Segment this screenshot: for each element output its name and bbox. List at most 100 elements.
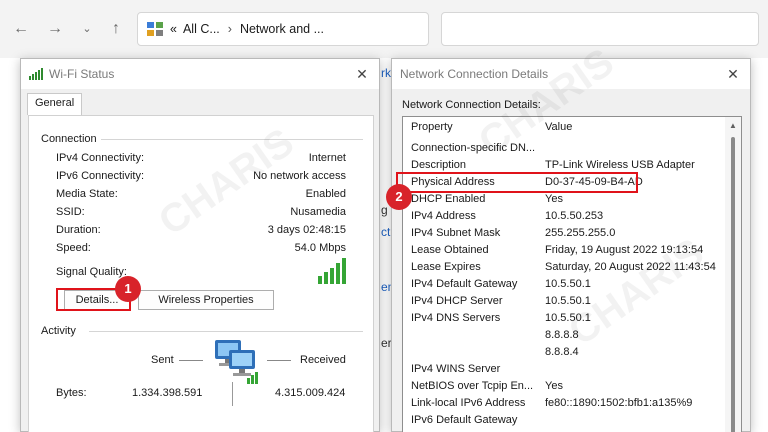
list-item[interactable]: IPv4 DNS Servers 10.5.50.1: [403, 312, 723, 329]
network-details-titlebar: Network Connection Details ✕: [392, 59, 750, 89]
list-item[interactable]: NetBIOS over Tcpip En... Yes: [403, 380, 723, 397]
property-cell: IPv4 Subnet Mask: [411, 227, 501, 239]
property-cell: Link-local IPv6 Address: [411, 397, 526, 409]
close-icon[interactable]: ✕: [724, 65, 742, 83]
callout-badge-2: 2: [386, 184, 412, 210]
row-label: IPv6 Connectivity:: [56, 170, 145, 182]
bytes-sent-value: 1.334.398.591: [132, 387, 203, 399]
column-header-value[interactable]: Value: [545, 121, 572, 133]
breadcrumb-network-and-internet[interactable]: Network and ...: [240, 22, 324, 36]
wireless-properties-button[interactable]: Wireless Properties: [138, 290, 274, 310]
address-bar[interactable]: « All C... › Network and ...: [137, 12, 429, 46]
property-cell: Connection-specific DN...: [411, 142, 536, 154]
property-cell: Lease Expires: [411, 261, 481, 273]
value-cell: 10.5.50.253: [545, 210, 604, 222]
row-value: 54.0 Mbps: [294, 242, 346, 254]
bg-link-fragment[interactable]: ct: [381, 225, 390, 239]
value-cell: 10.5.50.1: [545, 312, 591, 324]
list-item[interactable]: DHCP Enabled Yes: [403, 193, 723, 210]
list-item[interactable]: 8.8.8.8: [403, 329, 723, 346]
value-cell: fe80::1890:1502:bfb1:a135%9: [545, 397, 693, 409]
general-tab-panel: Connection IPv4 Connectivity: Internet I…: [28, 115, 374, 432]
activity-section-label: Activity: [41, 325, 76, 337]
tab-general[interactable]: General: [27, 93, 83, 115]
divider: [101, 139, 363, 140]
bg-link-fragment[interactable]: rk: [381, 66, 391, 80]
property-cell: NetBIOS over Tcpip En...: [411, 380, 534, 392]
value-cell: 8.8.8.8: [545, 329, 579, 341]
list-item[interactable]: IPv4 Address 10.5.50.253: [403, 210, 723, 227]
value-cell: TP-Link Wireless USB Adapter: [545, 159, 695, 171]
received-line: [267, 360, 291, 361]
details-list[interactable]: Property Value Connection-specific DN...…: [402, 116, 742, 432]
scroll-thumb[interactable]: [731, 137, 735, 432]
physical-address-highlight: [396, 172, 638, 193]
value-cell: 10.5.50.1: [545, 278, 591, 290]
list-item[interactable]: IPv4 WINS Server: [403, 363, 723, 380]
row-value: Enabled: [305, 188, 346, 200]
bg-text-fragment: g: [381, 203, 388, 217]
list-item[interactable]: IPv4 Subnet Mask 255.255.255.0: [403, 227, 723, 244]
address-overflow[interactable]: «: [170, 22, 177, 36]
row-label: Speed:: [56, 242, 91, 254]
property-cell: IPv4 DHCP Server: [411, 295, 503, 307]
back-arrow-icon[interactable]: ←: [10, 18, 32, 40]
value-cell: Friday, 19 August 2022 19:13:54: [545, 244, 704, 256]
sent-line: [179, 360, 203, 361]
callout-badge-1: 1: [115, 276, 141, 302]
bytes-label: Bytes:: [56, 387, 87, 399]
row-label: IPv4 Connectivity:: [56, 152, 145, 164]
connection-section-label: Connection: [41, 133, 97, 145]
up-arrow-icon[interactable]: ↑: [105, 18, 127, 40]
divider: [89, 331, 363, 332]
list-item[interactable]: IPv4 DHCP Server 10.5.50.1: [403, 295, 723, 312]
recent-chevron-down-icon[interactable]: ⌄: [76, 18, 98, 40]
column-header-property[interactable]: Property: [411, 121, 539, 133]
row-value: No network access: [253, 170, 346, 182]
property-cell: IPv4 DNS Servers: [411, 312, 501, 324]
list-item[interactable]: IPv4 Default Gateway 10.5.50.1: [403, 278, 723, 295]
wifi-status-title: Wi-Fi Status: [49, 67, 115, 81]
scroll-up-arrow-icon[interactable]: ▲: [729, 121, 737, 130]
list-header: Property Value: [403, 121, 723, 138]
wifi-status-dialog: Wi-Fi Status ✕ General Connection IPv4 C…: [20, 58, 380, 432]
list-item[interactable]: Lease Expires Saturday, 20 August 2022 11…: [403, 261, 723, 278]
property-cell: IPv4 Address: [411, 210, 476, 222]
row-label: Duration:: [56, 224, 101, 236]
sent-label: Sent: [151, 354, 174, 366]
property-cell: IPv4 Default Gateway: [411, 278, 518, 290]
close-icon[interactable]: ✕: [353, 65, 371, 83]
signal-quality-label: Signal Quality:: [56, 266, 127, 278]
value-cell: 255.255.255.0: [545, 227, 616, 239]
list-item[interactable]: Connection-specific DN...: [403, 142, 723, 159]
bytes-received-value: 4.315.009.424: [275, 387, 346, 399]
tab-strip: General: [27, 93, 83, 115]
breadcrumb-all-control-panel[interactable]: All C...: [183, 22, 220, 36]
row-label: Media State:: [56, 188, 118, 200]
signal-strength-bars-icon: [318, 258, 348, 287]
value-cell: 10.5.50.1: [545, 295, 591, 307]
property-cell: IPv6 Default Gateway: [411, 414, 518, 426]
list-item[interactable]: IPv6 Default Gateway: [403, 414, 723, 431]
network-computers-icon: [213, 338, 261, 387]
row-value: Nusamedia: [290, 206, 346, 218]
duration-row: Duration: 3 days 02:48:15: [56, 224, 346, 240]
details-caption: Network Connection Details:: [402, 99, 541, 111]
property-cell: IPv4 WINS Server: [411, 363, 501, 375]
list-item[interactable]: Lease Obtained Friday, 19 August 2022 19:…: [403, 244, 723, 261]
property-cell: Description: [411, 159, 467, 171]
vertical-scrollbar[interactable]: ▲: [725, 117, 741, 432]
ipv4-connectivity-row: IPv4 Connectivity: Internet: [56, 152, 346, 168]
breadcrumb-chevron-icon: ›: [227, 22, 232, 36]
value-cell: Yes: [545, 380, 563, 392]
forward-arrow-icon[interactable]: →: [44, 18, 66, 40]
search-input[interactable]: [441, 12, 759, 46]
list-item[interactable]: Link-local IPv6 Address fe80::1890:1502:b…: [403, 397, 723, 414]
wifi-signal-icon: [29, 68, 45, 80]
bytes-divider: [232, 382, 233, 406]
control-panel-icon: [146, 21, 164, 37]
network-connection-details-dialog: Network Connection Details ✕ Network Con…: [391, 58, 751, 432]
list-item[interactable]: 8.8.8.4: [403, 346, 723, 363]
row-value: Internet: [308, 152, 346, 164]
wifi-status-titlebar: Wi-Fi Status ✕: [21, 59, 379, 89]
